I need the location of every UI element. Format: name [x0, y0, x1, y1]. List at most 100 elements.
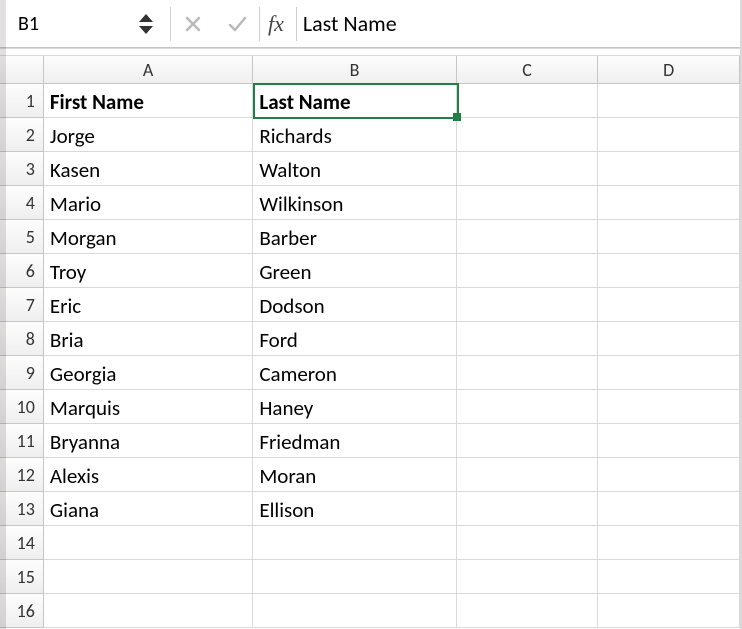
cell-C5[interactable]	[457, 220, 599, 254]
cell-D13[interactable]	[598, 492, 740, 526]
cell-B16[interactable]	[253, 594, 456, 628]
cell-C2[interactable]	[457, 118, 599, 152]
row-header[interactable]: 8	[0, 322, 44, 356]
cell-C6[interactable]	[457, 254, 599, 288]
cell-C11[interactable]	[457, 424, 599, 458]
table-row: 12AlexisMoran	[0, 458, 740, 492]
row-header[interactable]: 1	[0, 84, 44, 118]
cell-B8[interactable]: Ford	[253, 322, 456, 356]
cell-D15[interactable]	[598, 560, 740, 594]
cell-A11[interactable]: Bryanna	[44, 424, 253, 458]
cell-A12[interactable]: Alexis	[44, 458, 253, 492]
cell-B6[interactable]: Green	[253, 254, 456, 288]
row-header[interactable]: 7	[0, 288, 44, 322]
cell-D14[interactable]	[598, 526, 740, 560]
cell-D5[interactable]	[598, 220, 740, 254]
table-row: 2JorgeRichards	[0, 118, 740, 152]
fx-label[interactable]: fx	[260, 11, 296, 37]
cell-A7[interactable]: Eric	[44, 288, 253, 322]
row-header[interactable]: 12	[0, 458, 44, 492]
cell-C13[interactable]	[457, 492, 599, 526]
cell-B2[interactable]: Richards	[253, 118, 456, 152]
row-header[interactable]: 9	[0, 356, 44, 390]
row-header[interactable]: 3	[0, 152, 44, 186]
cell-A13[interactable]: Giana	[44, 492, 253, 526]
formula-input[interactable]: Last Name	[297, 10, 740, 37]
cell-B1[interactable]: Last Name	[253, 84, 456, 118]
column-header-c[interactable]: C	[457, 56, 599, 83]
table-row: 5MorganBarber	[0, 220, 740, 254]
cell-D1[interactable]	[598, 84, 740, 118]
cell-B5[interactable]: Barber	[253, 220, 456, 254]
cell-C15[interactable]	[457, 560, 599, 594]
cell-C10[interactable]	[457, 390, 599, 424]
cell-D7[interactable]	[598, 288, 740, 322]
row-header[interactable]: 14	[0, 526, 44, 560]
cell-C14[interactable]	[457, 526, 599, 560]
column-header-b[interactable]: B	[253, 56, 456, 83]
cell-D2[interactable]	[598, 118, 740, 152]
cell-B7[interactable]: Dodson	[253, 288, 456, 322]
cell-A6[interactable]: Troy	[44, 254, 253, 288]
cell-C4[interactable]	[457, 186, 599, 220]
spreadsheet-grid[interactable]: A B C D 1First NameLast Name2JorgeRichar…	[0, 56, 740, 628]
cell-B3[interactable]: Walton	[253, 152, 456, 186]
cell-C3[interactable]	[457, 152, 599, 186]
cell-A8[interactable]: Bria	[44, 322, 253, 356]
column-header-d[interactable]: D	[598, 56, 740, 83]
row-header[interactable]: 2	[0, 118, 44, 152]
table-row: 13GianaEllison	[0, 492, 740, 526]
cell-D12[interactable]	[598, 458, 740, 492]
cell-A3[interactable]: Kasen	[44, 152, 253, 186]
cell-A4[interactable]: Mario	[44, 186, 253, 220]
cell-B13[interactable]: Ellison	[253, 492, 456, 526]
row-header[interactable]: 10	[0, 390, 44, 424]
cell-C9[interactable]	[457, 356, 599, 390]
check-icon	[227, 14, 247, 34]
cell-B4[interactable]: Wilkinson	[253, 186, 456, 220]
row-header[interactable]: 11	[0, 424, 44, 458]
cell-D11[interactable]	[598, 424, 740, 458]
cell-C16[interactable]	[457, 594, 599, 628]
cell-B14[interactable]	[253, 526, 456, 560]
row-header[interactable]: 16	[0, 594, 44, 628]
cell-C12[interactable]	[457, 458, 599, 492]
column-headers: A B C D	[0, 56, 740, 84]
cell-B15[interactable]	[253, 560, 456, 594]
table-row: 7EricDodson	[0, 288, 740, 322]
cell-A2[interactable]: Jorge	[44, 118, 253, 152]
cell-C1[interactable]	[457, 84, 599, 118]
cell-D4[interactable]	[598, 186, 740, 220]
cell-A16[interactable]	[44, 594, 253, 628]
enter-button[interactable]	[215, 14, 259, 34]
cell-D8[interactable]	[598, 322, 740, 356]
cell-D10[interactable]	[598, 390, 740, 424]
cell-A15[interactable]	[44, 560, 253, 594]
row-header[interactable]: 4	[0, 186, 44, 220]
row-header[interactable]: 15	[0, 560, 44, 594]
cell-A9[interactable]: Georgia	[44, 356, 253, 390]
cell-B12[interactable]: Moran	[253, 458, 456, 492]
row-header[interactable]: 6	[0, 254, 44, 288]
column-header-a[interactable]: A	[44, 56, 253, 83]
cell-B9[interactable]: Cameron	[253, 356, 456, 390]
cell-A14[interactable]	[44, 526, 253, 560]
row-header[interactable]: 13	[0, 492, 44, 526]
cell-A5[interactable]: Morgan	[44, 220, 253, 254]
cell-D16[interactable]	[598, 594, 740, 628]
cell-D6[interactable]	[598, 254, 740, 288]
cell-C8[interactable]	[457, 322, 599, 356]
table-row: 9GeorgiaCameron	[0, 356, 740, 390]
select-all-corner[interactable]	[0, 56, 44, 83]
cell-D3[interactable]	[598, 152, 740, 186]
name-box[interactable]: B1	[8, 12, 128, 36]
cell-A1[interactable]: First Name	[44, 84, 253, 118]
cell-D9[interactable]	[598, 356, 740, 390]
cell-B10[interactable]: Haney	[253, 390, 456, 424]
cell-B11[interactable]: Friedman	[253, 424, 456, 458]
cell-A10[interactable]: Marquis	[44, 390, 253, 424]
cancel-button[interactable]	[171, 14, 215, 34]
cell-C7[interactable]	[457, 288, 599, 322]
name-box-stepper[interactable]	[132, 14, 160, 34]
row-header[interactable]: 5	[0, 220, 44, 254]
